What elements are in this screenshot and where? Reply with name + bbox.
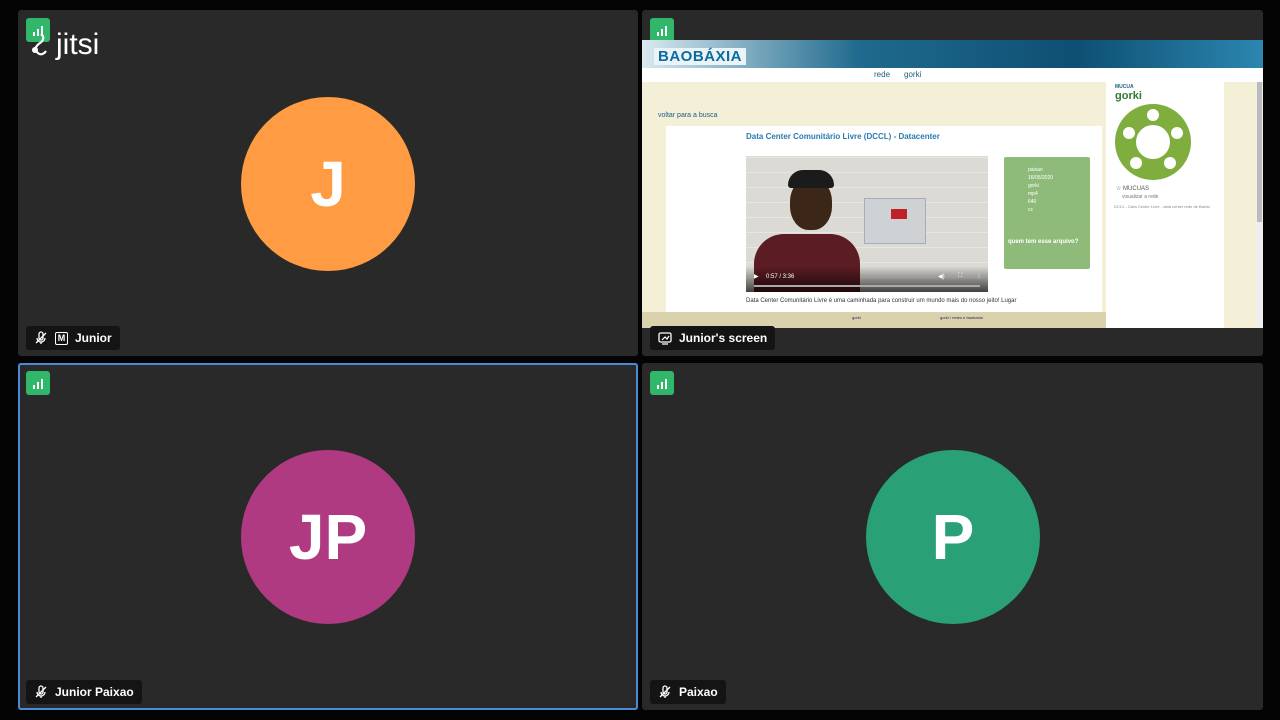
participant-name: Paixao <box>679 685 718 699</box>
who-has-file-link[interactable]: quem tem esse arquivo? <box>1008 239 1078 245</box>
mic-muted-icon <box>659 685 671 698</box>
participant-name: Junior <box>75 331 112 345</box>
connection-indicator-icon[interactable] <box>650 18 674 42</box>
meta-license: cc <box>1028 207 1033 213</box>
video-time: 0:57 / 3:36 <box>766 274 795 280</box>
page-title: Data Center Comunitário Livre (DCCL) - D… <box>746 132 940 141</box>
file-description: Data Center Comunitário Livre é uma cami… <box>746 298 1017 304</box>
view-network-link[interactable]: visualizar a rede <box>1122 194 1158 200</box>
file-metadata-box: paixao 16/05/2020 gorki mp4 640 cc quem … <box>1004 157 1090 269</box>
nav-rede-link[interactable]: rede <box>874 70 890 79</box>
video-player[interactable]: ▶ 0:57 / 3:36 ◀) ⛶ ⋮ <box>746 156 988 292</box>
back-to-search-link[interactable]: voltar para a busca <box>658 112 718 119</box>
nav-mucua-link[interactable]: gorki <box>904 70 921 79</box>
site-banner: BAOBÁXIA <box>642 40 1263 68</box>
connection-indicator-icon[interactable] <box>26 371 50 395</box>
footer-left: gorki <box>852 315 861 320</box>
avatar: P <box>866 450 1040 624</box>
fullscreen-icon[interactable]: ⛶ <box>958 273 962 280</box>
meta-author: paixao <box>1028 167 1043 173</box>
connection-indicator-icon[interactable] <box>650 371 674 395</box>
moderator-badge-icon: M <box>55 331 68 345</box>
video-progress-bar[interactable] <box>754 285 980 287</box>
participant-name: Junior Paixao <box>55 685 134 699</box>
site-nav: rede gorki <box>642 68 1263 82</box>
page-scrollbar[interactable] <box>1256 82 1263 328</box>
site-logo: BAOBÁXIA <box>654 48 747 65</box>
shared-screen: BAOBÁXIA rede gorki voltar para a busca … <box>642 40 1263 328</box>
participant-tile-paixao[interactable]: P Paixao <box>642 363 1263 710</box>
meta-format: mp4 <box>1028 191 1038 197</box>
participant-tile-screen-share[interactable]: BAOBÁXIA rede gorki voltar para a busca … <box>642 10 1263 356</box>
participant-name-label: M Junior <box>26 326 120 350</box>
participant-tile-junior[interactable]: jitsi J M Junior <box>18 10 638 356</box>
more-options-icon[interactable]: ⋮ <box>976 273 982 280</box>
meta-mucua: gorki <box>1028 183 1039 189</box>
participant-name-label: Junior's screen <box>650 326 776 350</box>
video-controls[interactable]: ▶ 0:57 / 3:36 ◀) ⛶ ⋮ <box>746 266 988 292</box>
meta-size: 640 <box>1028 199 1037 205</box>
footer-right: gorki / redes e baobaxia <box>940 315 983 320</box>
jitsi-logo-text: jitsi <box>56 28 100 61</box>
jitsi-logo-icon <box>32 33 47 56</box>
participant-name-label: Paixao <box>650 680 726 704</box>
electrical-panel <box>864 198 926 244</box>
participant-name: Junior's screen <box>679 331 768 345</box>
screen-share-icon <box>658 332 672 345</box>
mucuas-link[interactable]: ☆ MUCUAS <box>1116 185 1149 192</box>
mucua-note: DCCL - Data Center Livre - data center r… <box>1114 204 1210 209</box>
participant-tile-junior-paixao[interactable]: JP Junior Paixao <box>18 363 638 710</box>
avatar: JP <box>241 450 415 624</box>
mucua-sidebar: MUCUA gorki ☆ MUCUAS visualizar a rede D… <box>1106 82 1224 328</box>
mic-muted-icon <box>35 685 47 698</box>
volume-icon[interactable]: ◀) <box>938 273 945 280</box>
participant-name-label: Junior Paixao <box>26 680 142 704</box>
mucua-name[interactable]: gorki <box>1115 90 1142 102</box>
play-icon[interactable]: ▶ <box>754 273 759 280</box>
mic-muted-icon <box>35 331 47 344</box>
jitsi-logo: jitsi <box>30 28 99 62</box>
mucua-avatar-icon <box>1115 104 1191 180</box>
meta-date: 16/05/2020 <box>1028 175 1054 181</box>
avatar: J <box>241 97 415 271</box>
